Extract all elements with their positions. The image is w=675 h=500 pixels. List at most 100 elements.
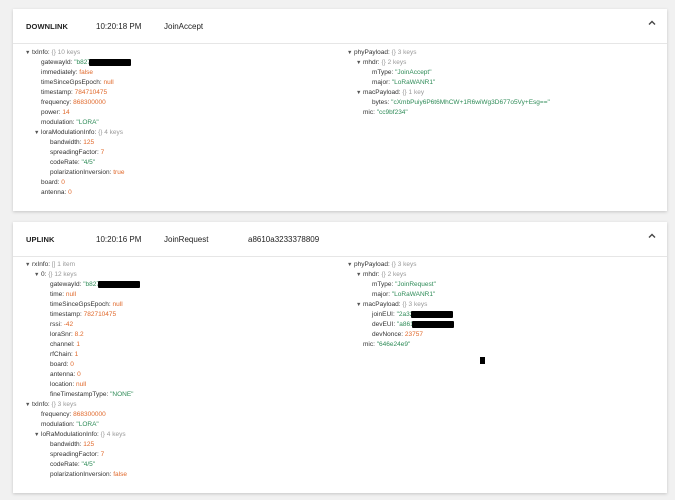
json-key: antenna:: [50, 371, 76, 378]
downlink-event-header[interactable]: DOWNLINK 10:20:18 PM JoinAccept: [13, 9, 667, 43]
json-key: timestamp:: [50, 311, 82, 318]
json-tree-row: antenna: 0: [25, 188, 131, 198]
json-value: null: [112, 301, 123, 308]
expand-toggle-icon[interactable]: ▼: [34, 430, 41, 440]
json-item-count: {} 2 keys: [381, 271, 407, 278]
json-tree-row: board: 0: [25, 178, 131, 188]
expand-toggle-icon[interactable]: ▼: [34, 128, 41, 138]
expand-toggle-icon[interactable]: ▼: [25, 400, 32, 410]
json-tree-row: gatewayId: "b827: [25, 58, 132, 68]
redaction-bar: [89, 58, 132, 66]
json-key: joinEUI:: [372, 311, 395, 318]
chevron-up-icon[interactable]: [647, 231, 657, 241]
json-tree-row[interactable]: ▼ rxInfo: [] 1 item: [25, 260, 140, 270]
json-tree-row: spreadingFactor: 7: [25, 148, 131, 158]
json-key: modulation:: [41, 421, 75, 428]
json-tree-row: mType: "JoinAccept": [347, 68, 550, 78]
json-value: -42: [63, 321, 74, 328]
json-value: 1: [76, 341, 81, 348]
json-tree-row: timestamp: 782710475: [25, 310, 140, 320]
json-tree-row: bytes: "cXmbPuiy6P6t6MhCW+1R6wiWg3D677o5…: [347, 98, 550, 108]
json-key: frequency:: [41, 411, 72, 418]
json-key: polarizationInversion:: [50, 471, 112, 478]
uplink-event-header[interactable]: UPLINK 10:20:16 PM JoinRequest a8610a323…: [13, 222, 667, 256]
json-item-count: {} 3 keys: [391, 261, 417, 268]
json-item-count: {} 10 keys: [51, 49, 81, 56]
uplink-phypayload-tree: ▼ phyPayload: {} 3 keys ▼ mhdr: {} 2 keys mT…: [347, 260, 454, 350]
expand-toggle-icon[interactable]: ▼: [347, 260, 354, 270]
json-tree-row[interactable]: ▼ phyPayload: {} 3 keys: [347, 260, 454, 270]
json-tree-row[interactable]: ▼ loRaModulationInfo: {} 4 keys: [25, 430, 140, 440]
json-tree-row: codeRate: "4/5": [25, 460, 140, 470]
json-key: power:: [41, 109, 61, 116]
json-tree-row[interactable]: ▼ phyPayload: {} 3 keys: [347, 48, 550, 58]
json-key: devNonce:: [372, 331, 404, 338]
expand-toggle-icon[interactable]: ▼: [347, 48, 354, 58]
json-value: "LORA": [76, 421, 99, 428]
json-tree-row: timeSinceGpsEpoch: null: [25, 300, 140, 310]
json-key: codeRate:: [50, 159, 80, 166]
json-key: mhdr:: [363, 271, 380, 278]
expand-toggle-icon[interactable]: ▼: [34, 270, 41, 280]
json-tree-row: bandwidth: 125: [25, 138, 131, 148]
json-key: devEUI:: [372, 321, 396, 328]
json-key: mic:: [363, 341, 375, 348]
json-tree-row: loraSnr: 8.2: [25, 330, 140, 340]
json-tree-row[interactable]: ▼ mhdr: {} 2 keys: [347, 270, 454, 280]
chevron-up-icon[interactable]: [647, 18, 657, 28]
redaction-mark: [480, 357, 485, 364]
json-tree-row[interactable]: ▼ macPayload: {} 1 key: [347, 88, 550, 98]
json-key: timeSinceGpsEpoch:: [41, 79, 102, 86]
json-tree-row: power: 14: [25, 108, 131, 118]
json-tree-row: modulation: "LORA": [25, 118, 131, 128]
json-tree-row[interactable]: ▼ txInfo: {} 10 keys: [25, 48, 131, 58]
event-message-type: JoinAccept: [164, 22, 204, 31]
json-tree-row: devEUI: "a861: [347, 320, 454, 330]
expand-toggle-icon[interactable]: ▼: [356, 88, 363, 98]
event-type-label: DOWNLINK: [26, 22, 69, 31]
json-tree-row: timeSinceGpsEpoch: null: [25, 78, 131, 88]
json-tree-row: major: "LoRaWANR1": [347, 78, 550, 88]
json-value: "JoinAccept": [395, 69, 432, 76]
expand-toggle-icon[interactable]: ▼: [25, 48, 32, 58]
json-value: 0: [70, 361, 74, 368]
json-value: "646e24e9": [376, 341, 411, 348]
json-key: board:: [41, 179, 60, 186]
json-tree-row[interactable]: ▼ macPayload: {} 3 keys: [347, 300, 454, 310]
json-tree-row: channel: 1: [25, 340, 140, 350]
json-item-count: {} 1 key: [402, 89, 425, 96]
json-key: location:: [50, 381, 75, 388]
json-tree-row: polarizationInversion: false: [25, 470, 140, 480]
json-value: 1: [74, 351, 79, 358]
expand-toggle-icon[interactable]: ▼: [356, 270, 363, 280]
json-tree-row[interactable]: ▼ loraModulationInfo: {} 4 keys: [25, 128, 131, 138]
json-tree-row[interactable]: ▼ 0: {} 12 keys: [25, 270, 140, 280]
json-key: mic:: [363, 109, 375, 116]
json-tree-row[interactable]: ▼ mhdr: {} 2 keys: [347, 58, 550, 68]
json-key: channel:: [50, 341, 75, 348]
expand-toggle-icon[interactable]: ▼: [25, 260, 32, 270]
json-item-count: {} 2 keys: [381, 59, 407, 66]
json-tree-row: board: 0: [25, 360, 140, 370]
json-key: mhdr:: [363, 59, 380, 66]
event-message-type: JoinRequest: [164, 235, 209, 244]
json-tree-row: devNonce: 23757: [347, 330, 454, 340]
json-value: "4/5": [81, 159, 96, 166]
expand-toggle-icon[interactable]: ▼: [356, 300, 363, 310]
json-value: "cc9bf234": [376, 109, 408, 116]
json-tree-row: frequency: 868300000: [25, 98, 131, 108]
json-tree-row: antenna: 0: [25, 370, 140, 380]
json-value: null: [103, 79, 114, 86]
json-tree-row: rssi: -42: [25, 320, 140, 330]
json-value: "LoRaWANR1": [391, 291, 436, 298]
json-key: gatewayId:: [41, 59, 73, 66]
expand-toggle-icon[interactable]: ▼: [356, 58, 363, 68]
json-key: frequency:: [41, 99, 72, 106]
downlink-phypayload-tree: ▼ phyPayload: {} 3 keys ▼ mhdr: {} 2 keys mT…: [347, 48, 550, 118]
redaction-bar: [98, 280, 141, 288]
json-value: 782710475: [83, 311, 117, 318]
json-key: macPayload:: [363, 301, 401, 308]
json-tree-row[interactable]: ▼ txInfo: {} 3 keys: [25, 400, 140, 410]
json-key: loraModulationInfo:: [41, 129, 97, 136]
json-tree-row: time: null: [25, 290, 140, 300]
